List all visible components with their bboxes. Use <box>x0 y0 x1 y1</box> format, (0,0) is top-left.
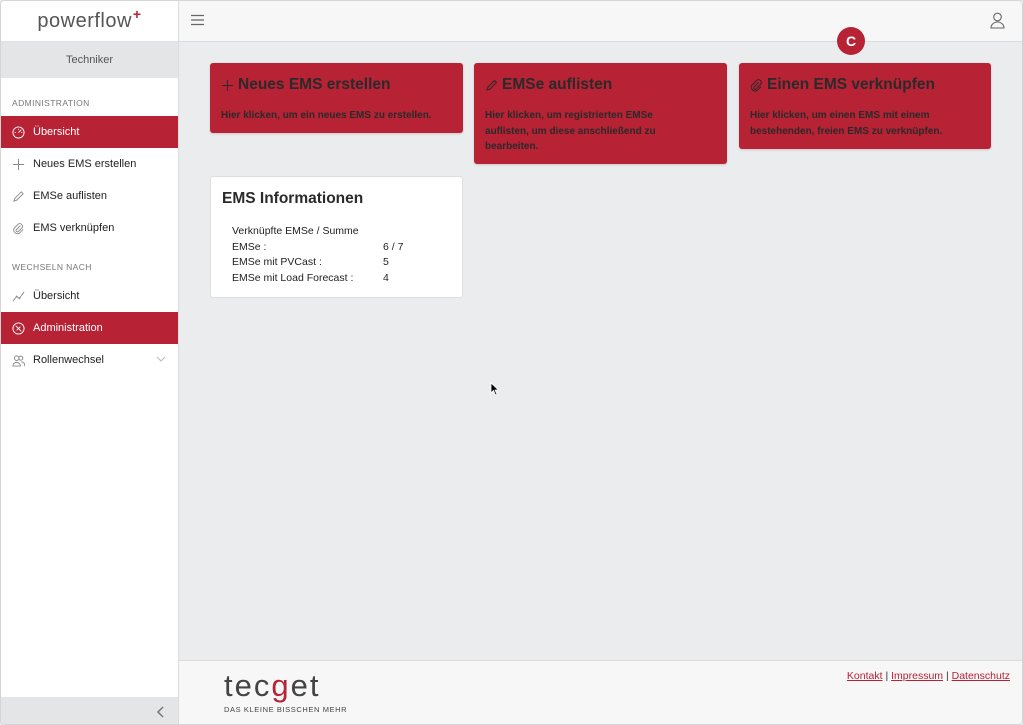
card-description-line: Hier klicken, um ein neues EMS zu erstel… <box>221 110 432 121</box>
plus-icon <box>12 158 25 171</box>
chart-line-icon <box>12 290 25 303</box>
link-datenschutz[interactable]: Datenschutz <box>952 670 1010 682</box>
footer-links: Kontakt | Impressum | Datenschutz <box>847 670 1010 682</box>
card-title-text: Neues EMS erstellen <box>238 76 391 93</box>
card-title-text: EMSe auflisten <box>502 76 613 93</box>
card-description: Hier klicken, um registrierten EMSe aufl… <box>485 108 656 155</box>
card-description-line: auflisten, um diese anschließend zu <box>485 125 656 137</box>
dashboard-icon <box>12 125 25 139</box>
sidebar-item-label: Neues EMS erstellen <box>33 158 137 170</box>
logo-tagline: DAS KLEINE BISSCHEN MEHR <box>224 705 348 714</box>
plus-icon <box>221 79 234 92</box>
brand-name: powerflow <box>37 9 132 32</box>
brand-plus: + <box>132 6 142 22</box>
card-title-text: Einen EMS verknüpfen <box>767 76 935 93</box>
card-title: Einen EMS verknüpfen <box>750 76 935 94</box>
pencil-icon <box>485 79 498 92</box>
role-label: Techniker <box>65 54 114 66</box>
sidebar-item-uebersicht[interactable]: Übersicht <box>1 116 178 148</box>
sidebar-item-emse-auflisten[interactable]: EMSe auflisten <box>1 180 178 212</box>
hamburger-menu-icon[interactable] <box>191 14 204 26</box>
sidebar-item-ems-verknuepfen[interactable]: EMS verknüpfen <box>1 212 178 244</box>
card-neues-ems-erstellen[interactable]: Neues EMS erstellen Hier klicken, um ein… <box>210 63 463 133</box>
tecget-logo: tecget DAS KLEINE BISSCHEN MEHR <box>224 668 348 715</box>
info-row: EMSe : 6 / 7 <box>232 240 403 256</box>
card-title: Neues EMS erstellen <box>221 76 390 94</box>
footer: tecget DAS KLEINE BISSCHEN MEHR Kontakt … <box>179 660 1022 724</box>
info-header-label: Verknüpfte EMSe / Summe <box>232 225 359 237</box>
role-bar: Techniker <box>1 42 178 78</box>
card-description: Hier klicken, um einen EMS mit einem bes… <box>750 108 942 139</box>
info-rows: Verknüpfte EMSe / Summe EMSe : 6 / 7 EMS… <box>232 224 403 286</box>
pencil-icon <box>12 190 25 203</box>
info-value: 6 / 7 <box>383 240 404 253</box>
ems-info-panel: EMS Informationen Verknüpfte EMSe / Summ… <box>210 176 463 298</box>
card-ems-verknuepfen[interactable]: Einen EMS verknüpfen Hier klicken, um ei… <box>739 63 991 149</box>
link-separator: | <box>885 670 889 682</box>
info-value: 4 <box>383 271 389 284</box>
compass-icon <box>12 321 25 335</box>
sidebar-item-switch-uebersicht[interactable]: Übersicht <box>1 280 178 312</box>
info-header: Verknüpfte EMSe / Summe <box>232 224 403 240</box>
c-badge: C <box>837 27 865 55</box>
sidebar-item-rollenwechsel[interactable]: Rollenwechsel <box>1 344 178 376</box>
brand-logo[interactable]: powerflow + <box>1 1 178 42</box>
panel-title: EMS Informationen <box>222 190 364 207</box>
info-value: 5 <box>383 256 389 268</box>
link-kontakt[interactable]: Kontakt <box>847 670 883 682</box>
chevron-left-icon[interactable] <box>156 705 166 718</box>
sidebar-item-label: Administration <box>33 322 103 334</box>
info-key: EMSe mit PVCast : <box>232 256 322 268</box>
topbar <box>179 1 1022 42</box>
info-row: EMSe mit Load Forecast : 4 <box>232 271 403 287</box>
chevron-down-icon[interactable] <box>156 354 166 364</box>
card-emse-auflisten[interactable]: EMSe auflisten Hier klicken, um registri… <box>474 63 727 164</box>
card-description-line: bearbeiten. <box>485 141 539 152</box>
sidebar-item-label: EMS verknüpfen <box>33 222 115 234</box>
section-title-administration: ADMINISTRATION <box>12 98 90 108</box>
info-row: EMSe mit PVCast : 5 <box>232 255 403 271</box>
sidebar-item-label: Rollenwechsel <box>33 354 104 366</box>
sidebar: powerflow + Techniker ADMINISTRATION Über… <box>1 1 179 724</box>
section-title-wechseln-nach: WECHSELN NACH <box>12 262 92 272</box>
sidebar-item-switch-administration[interactable]: Administration <box>1 312 178 344</box>
card-description-line: bestehenden, freien EMS zu verknüpfen. <box>750 125 943 137</box>
sidebar-item-label: Übersicht <box>33 290 80 302</box>
sidebar-item-label: Übersicht <box>33 126 80 138</box>
sidebar-collapse-bar[interactable] <box>1 697 178 724</box>
info-key: EMSe mit Load Forecast : <box>232 271 354 284</box>
sidebar-item-neues-ems[interactable]: Neues EMS erstellen <box>1 148 178 180</box>
users-icon <box>12 354 25 367</box>
mouse-cursor-icon <box>490 382 500 396</box>
sidebar-item-label: EMSe auflisten <box>33 190 107 202</box>
paperclip-icon <box>12 222 25 235</box>
paperclip-icon <box>750 78 763 92</box>
card-description-line: Hier klicken, um registrierten EMSe <box>485 110 653 121</box>
logo-wordmark: tecget <box>224 668 321 703</box>
user-icon[interactable] <box>990 12 1005 29</box>
card-title: EMSe auflisten <box>485 76 612 94</box>
link-separator: | <box>945 670 949 682</box>
link-impressum[interactable]: Impressum <box>891 670 943 682</box>
card-description: Hier klicken, um ein neues EMS zu erstel… <box>221 108 432 124</box>
app-window: powerflow + Techniker ADMINISTRATION Über… <box>0 0 1023 725</box>
card-description-line: Hier klicken, um einen EMS mit einem <box>750 110 930 121</box>
info-key: EMSe : <box>232 240 267 253</box>
